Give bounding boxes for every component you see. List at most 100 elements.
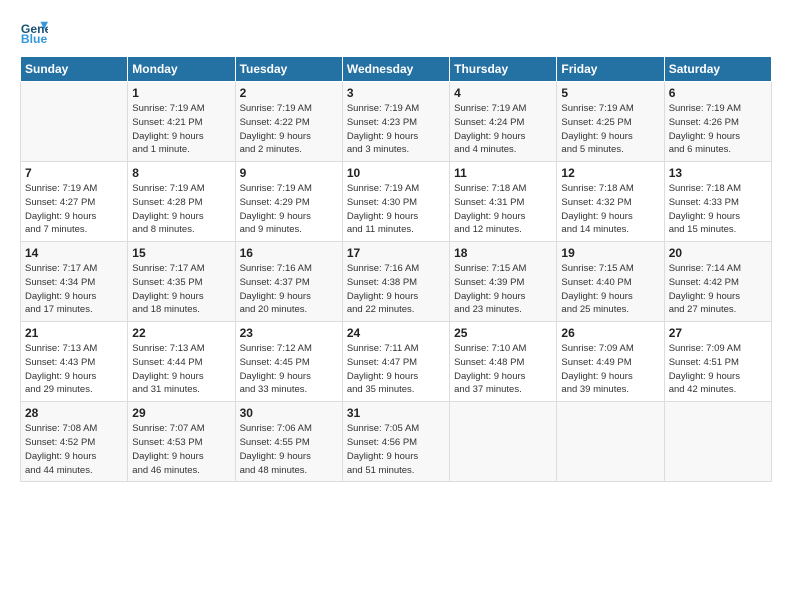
day-number: 31 [347,406,445,420]
day-info: Sunrise: 7:10 AMSunset: 4:48 PMDaylight:… [454,342,552,397]
week-row-3: 21Sunrise: 7:13 AMSunset: 4:43 PMDayligh… [21,322,772,402]
day-info: Sunrise: 7:15 AMSunset: 4:40 PMDaylight:… [561,262,659,317]
svg-text:Blue: Blue [21,32,48,46]
day-cell: 16 Sunrise: 7:16 AMSunset: 4:37 PMDayligh… [235,242,342,322]
day-cell: 22Sunrise: 7:13 AMSunset: 4:44 PMDayligh… [128,322,235,402]
day-info: Sunrise: 7:19 AMSunset: 4:22 PMDaylight:… [240,102,338,157]
day-cell: 2 Sunrise: 7:19 AMSunset: 4:22 PMDaylight… [235,82,342,162]
day-number: 13 [669,166,767,180]
day-number: 3 [347,86,445,100]
week-row-1: 7 Sunrise: 7:19 AMSunset: 4:27 PMDaylight… [21,162,772,242]
day-info: Sunrise: 7:12 AMSunset: 4:45 PMDaylight:… [240,342,338,397]
day-info: Sunrise: 7:19 AMSunset: 4:27 PMDaylight:… [25,182,123,237]
day-info: Sunrise: 7:18 AMSunset: 4:31 PMDaylight:… [454,182,552,237]
day-number: 11 [454,166,552,180]
day-number: 21 [25,326,123,340]
day-info: Sunrise: 7:19 AMSunset: 4:26 PMDaylight:… [669,102,767,157]
day-info: Sunrise: 7:05 AMSunset: 4:56 PMDaylight:… [347,422,445,477]
logo-icon: General Blue [20,18,48,46]
day-number: 1 [132,86,230,100]
weekday-header-wednesday: Wednesday [342,57,449,82]
day-cell [664,402,771,482]
day-number: 23 [240,326,338,340]
day-cell: 12 Sunrise: 7:18 AMSunset: 4:32 PMDayligh… [557,162,664,242]
day-cell: 23 Sunrise: 7:12 AMSunset: 4:45 PMDayligh… [235,322,342,402]
day-cell: 15 Sunrise: 7:17 AMSunset: 4:35 PMDayligh… [128,242,235,322]
day-cell: 1 Sunrise: 7:19 AMSunset: 4:21 PMDaylight… [128,82,235,162]
day-cell: 13 Sunrise: 7:18 AMSunset: 4:33 PMDayligh… [664,162,771,242]
day-cell: 10Sunrise: 7:19 AMSunset: 4:30 PMDayligh… [342,162,449,242]
day-info: Sunrise: 7:19 AMSunset: 4:30 PMDaylight:… [347,182,445,237]
day-info: Sunrise: 7:08 AMSunset: 4:52 PMDaylight:… [25,422,123,477]
day-info: Sunrise: 7:06 AMSunset: 4:55 PMDaylight:… [240,422,338,477]
day-info: Sunrise: 7:18 AMSunset: 4:33 PMDaylight:… [669,182,767,237]
day-number: 28 [25,406,123,420]
day-number: 5 [561,86,659,100]
day-cell: 14Sunrise: 7:17 AMSunset: 4:34 PMDayligh… [21,242,128,322]
day-cell: 7 Sunrise: 7:19 AMSunset: 4:27 PMDaylight… [21,162,128,242]
day-info: Sunrise: 7:18 AMSunset: 4:32 PMDaylight:… [561,182,659,237]
day-number: 12 [561,166,659,180]
week-row-4: 28 Sunrise: 7:08 AMSunset: 4:52 PMDayligh… [21,402,772,482]
day-cell: 17 Sunrise: 7:16 AMSunset: 4:38 PMDayligh… [342,242,449,322]
day-number: 8 [132,166,230,180]
day-cell: 25 Sunrise: 7:10 AMSunset: 4:48 PMDayligh… [450,322,557,402]
day-info: Sunrise: 7:16 AMSunset: 4:38 PMDaylight:… [347,262,445,317]
weekday-header-saturday: Saturday [664,57,771,82]
day-info: Sunrise: 7:15 AMSunset: 4:39 PMDaylight:… [454,262,552,317]
week-row-2: 14Sunrise: 7:17 AMSunset: 4:34 PMDayligh… [21,242,772,322]
day-number: 30 [240,406,338,420]
day-cell: 5Sunrise: 7:19 AMSunset: 4:25 PMDaylight… [557,82,664,162]
day-cell: 21Sunrise: 7:13 AMSunset: 4:43 PMDayligh… [21,322,128,402]
day-cell: 20 Sunrise: 7:14 AMSunset: 4:42 PMDayligh… [664,242,771,322]
day-number: 29 [132,406,230,420]
day-info: Sunrise: 7:17 AMSunset: 4:35 PMDaylight:… [132,262,230,317]
day-number: 18 [454,246,552,260]
weekday-header-friday: Friday [557,57,664,82]
day-info: Sunrise: 7:19 AMSunset: 4:21 PMDaylight:… [132,102,230,157]
day-info: Sunrise: 7:14 AMSunset: 4:42 PMDaylight:… [669,262,767,317]
day-info: Sunrise: 7:13 AMSunset: 4:44 PMDaylight:… [132,342,230,397]
day-number: 25 [454,326,552,340]
day-number: 7 [25,166,123,180]
day-cell: 11 Sunrise: 7:18 AMSunset: 4:31 PMDayligh… [450,162,557,242]
day-number: 16 [240,246,338,260]
day-number: 9 [240,166,338,180]
day-number: 19 [561,246,659,260]
day-number: 15 [132,246,230,260]
logo: General Blue [20,18,48,46]
weekday-header-sunday: Sunday [21,57,128,82]
day-info: Sunrise: 7:19 AMSunset: 4:23 PMDaylight:… [347,102,445,157]
day-number: 6 [669,86,767,100]
day-cell: 19 Sunrise: 7:15 AMSunset: 4:40 PMDayligh… [557,242,664,322]
weekday-header-tuesday: Tuesday [235,57,342,82]
day-cell: 27Sunrise: 7:09 AMSunset: 4:51 PMDayligh… [664,322,771,402]
day-cell: 6 Sunrise: 7:19 AMSunset: 4:26 PMDaylight… [664,82,771,162]
weekday-header-row: SundayMondayTuesdayWednesdayThursdayFrid… [21,57,772,82]
day-cell: 30 Sunrise: 7:06 AMSunset: 4:55 PMDayligh… [235,402,342,482]
day-cell [21,82,128,162]
day-cell: 18 Sunrise: 7:15 AMSunset: 4:39 PMDayligh… [450,242,557,322]
day-info: Sunrise: 7:07 AMSunset: 4:53 PMDaylight:… [132,422,230,477]
day-info: Sunrise: 7:17 AMSunset: 4:34 PMDaylight:… [25,262,123,317]
day-info: Sunrise: 7:16 AMSunset: 4:37 PMDaylight:… [240,262,338,317]
day-cell: 28 Sunrise: 7:08 AMSunset: 4:52 PMDayligh… [21,402,128,482]
day-number: 20 [669,246,767,260]
day-number: 17 [347,246,445,260]
day-cell: 26Sunrise: 7:09 AMSunset: 4:49 PMDayligh… [557,322,664,402]
day-cell: 31 Sunrise: 7:05 AMSunset: 4:56 PMDayligh… [342,402,449,482]
day-cell [450,402,557,482]
weekday-header-monday: Monday [128,57,235,82]
day-number: 26 [561,326,659,340]
day-cell: 3 Sunrise: 7:19 AMSunset: 4:23 PMDaylight… [342,82,449,162]
day-cell: 24Sunrise: 7:11 AMSunset: 4:47 PMDayligh… [342,322,449,402]
day-cell: 9 Sunrise: 7:19 AMSunset: 4:29 PMDaylight… [235,162,342,242]
day-info: Sunrise: 7:11 AMSunset: 4:47 PMDaylight:… [347,342,445,397]
day-cell [557,402,664,482]
day-number: 4 [454,86,552,100]
day-cell: 29 Sunrise: 7:07 AMSunset: 4:53 PMDayligh… [128,402,235,482]
day-info: Sunrise: 7:19 AMSunset: 4:24 PMDaylight:… [454,102,552,157]
day-info: Sunrise: 7:19 AMSunset: 4:28 PMDaylight:… [132,182,230,237]
day-info: Sunrise: 7:19 AMSunset: 4:29 PMDaylight:… [240,182,338,237]
day-number: 2 [240,86,338,100]
